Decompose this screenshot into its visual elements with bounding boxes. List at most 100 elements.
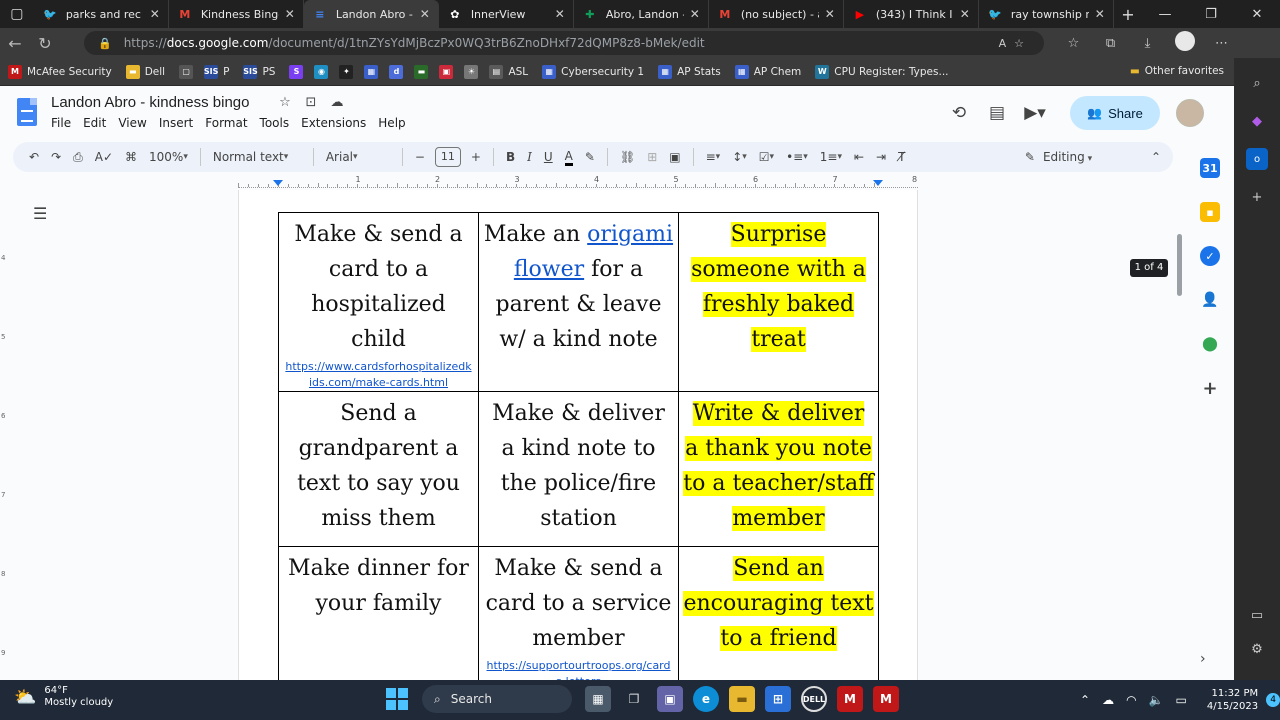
copilot-icon[interactable]: ◆ — [1246, 110, 1268, 132]
clear-formatting-icon[interactable]: T̸ — [898, 150, 905, 164]
taskbar-search[interactable]: ⌕ Search — [422, 685, 572, 713]
close-tab-icon[interactable]: ✕ — [1095, 7, 1105, 21]
scrollbar-thumb[interactable] — [1177, 234, 1182, 296]
bingo-cell[interactable]: Write & deliver a thank you note to a te… — [678, 391, 879, 547]
collapse-panel-icon[interactable]: › — [1200, 651, 1206, 667]
editing-mode-select[interactable]: ✎ Editing — [1025, 150, 1129, 164]
bingo-cell[interactable]: Make dinner for your family — [278, 546, 479, 702]
version-history-icon[interactable]: ⟲ — [940, 103, 978, 123]
favorite-link[interactable]: SIS PS — [243, 64, 275, 79]
system-clock[interactable]: 11:32 PM 4/15/2023 — [1207, 687, 1258, 713]
menu-extensions[interactable]: Extensions — [301, 116, 366, 130]
menu-view[interactable]: View — [118, 116, 146, 130]
add-icon[interactable]: + — [1246, 186, 1268, 208]
close-tab-icon[interactable]: ✕ — [420, 7, 430, 21]
browser-tab[interactable]: 🐦 parks and rec ma ✕ — [34, 0, 169, 28]
tab-actions-icon[interactable]: ▢ — [0, 0, 34, 28]
lock-icon[interactable]: 🔒 — [98, 37, 112, 50]
bingo-cell[interactable]: Make & send a card to a service member ht… — [478, 546, 679, 702]
bingo-cell[interactable]: Make & send a card to a hospitalized chi… — [278, 212, 479, 392]
dell-icon[interactable]: DELL — [801, 686, 827, 712]
volume-icon[interactable]: 🔈 — [1149, 693, 1164, 707]
bingo-cell[interactable]: Send an encouraging text to a friend — [678, 546, 879, 702]
redo-icon[interactable]: ↷ — [51, 150, 61, 164]
tasks-icon[interactable]: ✓ — [1200, 246, 1220, 266]
link-icon[interactable]: ⛓ — [620, 150, 635, 164]
mcafee-security-icon[interactable]: M — [873, 686, 899, 712]
align-icon[interactable]: ≡ — [706, 150, 721, 164]
horizontal-ruler[interactable]: 1 2 3 4 5 6 7 8 — [238, 174, 918, 188]
new-tab-button[interactable]: + — [1114, 5, 1142, 24]
chevron-up-icon[interactable]: ⌃ — [1151, 150, 1161, 164]
document-outline-icon[interactable]: ☰ — [33, 204, 47, 223]
close-tab-icon[interactable]: ✕ — [555, 7, 565, 21]
italic-icon[interactable]: I — [527, 150, 532, 164]
downloads-icon[interactable]: ⤓ — [1129, 36, 1166, 51]
bold-icon[interactable]: B — [506, 150, 515, 164]
more-icon[interactable]: ⋯ — [1203, 36, 1240, 51]
menu-tools[interactable]: Tools — [260, 116, 290, 130]
widgets-icon[interactable]: ▦ — [585, 686, 611, 712]
bullet-list-icon[interactable]: •≡ — [786, 150, 808, 164]
favorite-link[interactable]: SIS P — [204, 64, 229, 79]
decrease-indent-icon[interactable]: ⇤ — [854, 150, 864, 164]
favorite-link[interactable]: ▤ ASL — [489, 64, 528, 79]
profile-icon[interactable] — [1166, 31, 1203, 55]
menu-file[interactable]: File — [51, 116, 71, 130]
meet-icon[interactable]: ▶▾ — [1016, 103, 1054, 123]
document-page[interactable]: Make & send a card to a hospitalized chi… — [238, 190, 918, 702]
insert-image-icon[interactable]: ▣ — [669, 150, 680, 164]
task-view-icon[interactable]: ❐ — [621, 686, 647, 712]
line-spacing-icon[interactable]: ↕ — [732, 150, 747, 164]
collections-icon[interactable]: ⧉ — [1092, 36, 1129, 51]
back-icon[interactable]: ← — [0, 34, 30, 53]
outlook-icon[interactable]: o — [1246, 148, 1268, 170]
favorite-link[interactable]: ▬ — [414, 64, 433, 79]
browser-tab[interactable]: ≡ Landon Abro - kir ✕ — [303, 0, 439, 28]
user-avatar[interactable] — [1176, 99, 1204, 127]
style-select[interactable]: Normal text — [213, 150, 301, 164]
read-aloud-icon[interactable]: A☆ — [999, 37, 1032, 50]
favorite-link[interactable]: ▦ Cybersecurity 1 — [542, 64, 644, 79]
notification-badge[interactable]: 4 — [1266, 693, 1280, 707]
favorite-link[interactable]: ▦ — [364, 64, 383, 79]
share-button[interactable]: 👥 Share — [1070, 96, 1160, 130]
star-icon[interactable]: ☆ — [272, 95, 298, 110]
browser-tab[interactable]: ▶ (343) I Think I Lik ✕ — [844, 0, 979, 28]
font-size-input[interactable]: 11 — [434, 147, 461, 167]
bingo-cell[interactable]: Send a grandparent a text to say you mis… — [278, 391, 479, 547]
close-tab-icon[interactable]: ✕ — [960, 7, 970, 21]
close-tab-icon[interactable]: ✕ — [825, 7, 835, 21]
microsoft-store-icon[interactable]: ⊞ — [765, 686, 791, 712]
print-icon[interactable]: ⎙ — [73, 150, 83, 165]
file-explorer-icon[interactable]: ▬ — [729, 686, 755, 712]
restore-icon[interactable]: ❐ — [1188, 7, 1234, 22]
font-select[interactable]: Arial — [326, 150, 390, 164]
highlight-icon[interactable]: ✎ — [585, 150, 595, 164]
add-comment-icon[interactable]: ⊞ — [647, 150, 657, 164]
cell-url-link[interactable]: https://www.cardsforhospitalizedkids.com… — [283, 359, 474, 391]
windows-start-icon[interactable] — [386, 688, 408, 710]
mcafee-icon[interactable]: M — [837, 686, 863, 712]
chat-icon[interactable]: ▣ — [657, 686, 683, 712]
browser-tab[interactable]: ✚ Abro, Landon - G ✕ — [574, 0, 709, 28]
favorites-icon[interactable]: ☆ — [1055, 36, 1092, 51]
close-tab-icon[interactable]: ✕ — [150, 7, 160, 21]
browser-tab[interactable]: M (no subject) - ala ✕ — [709, 0, 844, 28]
show-hidden-icons-icon[interactable]: ⌃ — [1080, 693, 1090, 707]
favorite-link[interactable]: ▢ — [179, 64, 198, 79]
browser-tab[interactable]: ✿ InnerView ✕ — [439, 0, 574, 28]
menu-help[interactable]: Help — [378, 116, 405, 130]
sidebar-layout-icon[interactable]: ▭ — [1246, 604, 1268, 626]
onedrive-icon[interactable]: ☁ — [1102, 693, 1114, 707]
docs-logo-icon[interactable] — [17, 98, 37, 126]
menu-edit[interactable]: Edit — [83, 116, 106, 130]
numbered-list-icon[interactable]: 1≡ — [820, 150, 842, 164]
browser-tab[interactable]: M Kindness Bingo - ✕ — [169, 0, 304, 28]
text-color-icon[interactable]: A — [564, 149, 573, 166]
increase-indent-icon[interactable]: ⇥ — [876, 150, 886, 164]
edge-icon[interactable]: e — [693, 686, 719, 712]
maps-icon[interactable]: ⬤ — [1200, 334, 1220, 354]
wifi-icon[interactable]: ◠ — [1126, 693, 1136, 707]
move-folder-icon[interactable]: ⊡ — [298, 95, 324, 110]
